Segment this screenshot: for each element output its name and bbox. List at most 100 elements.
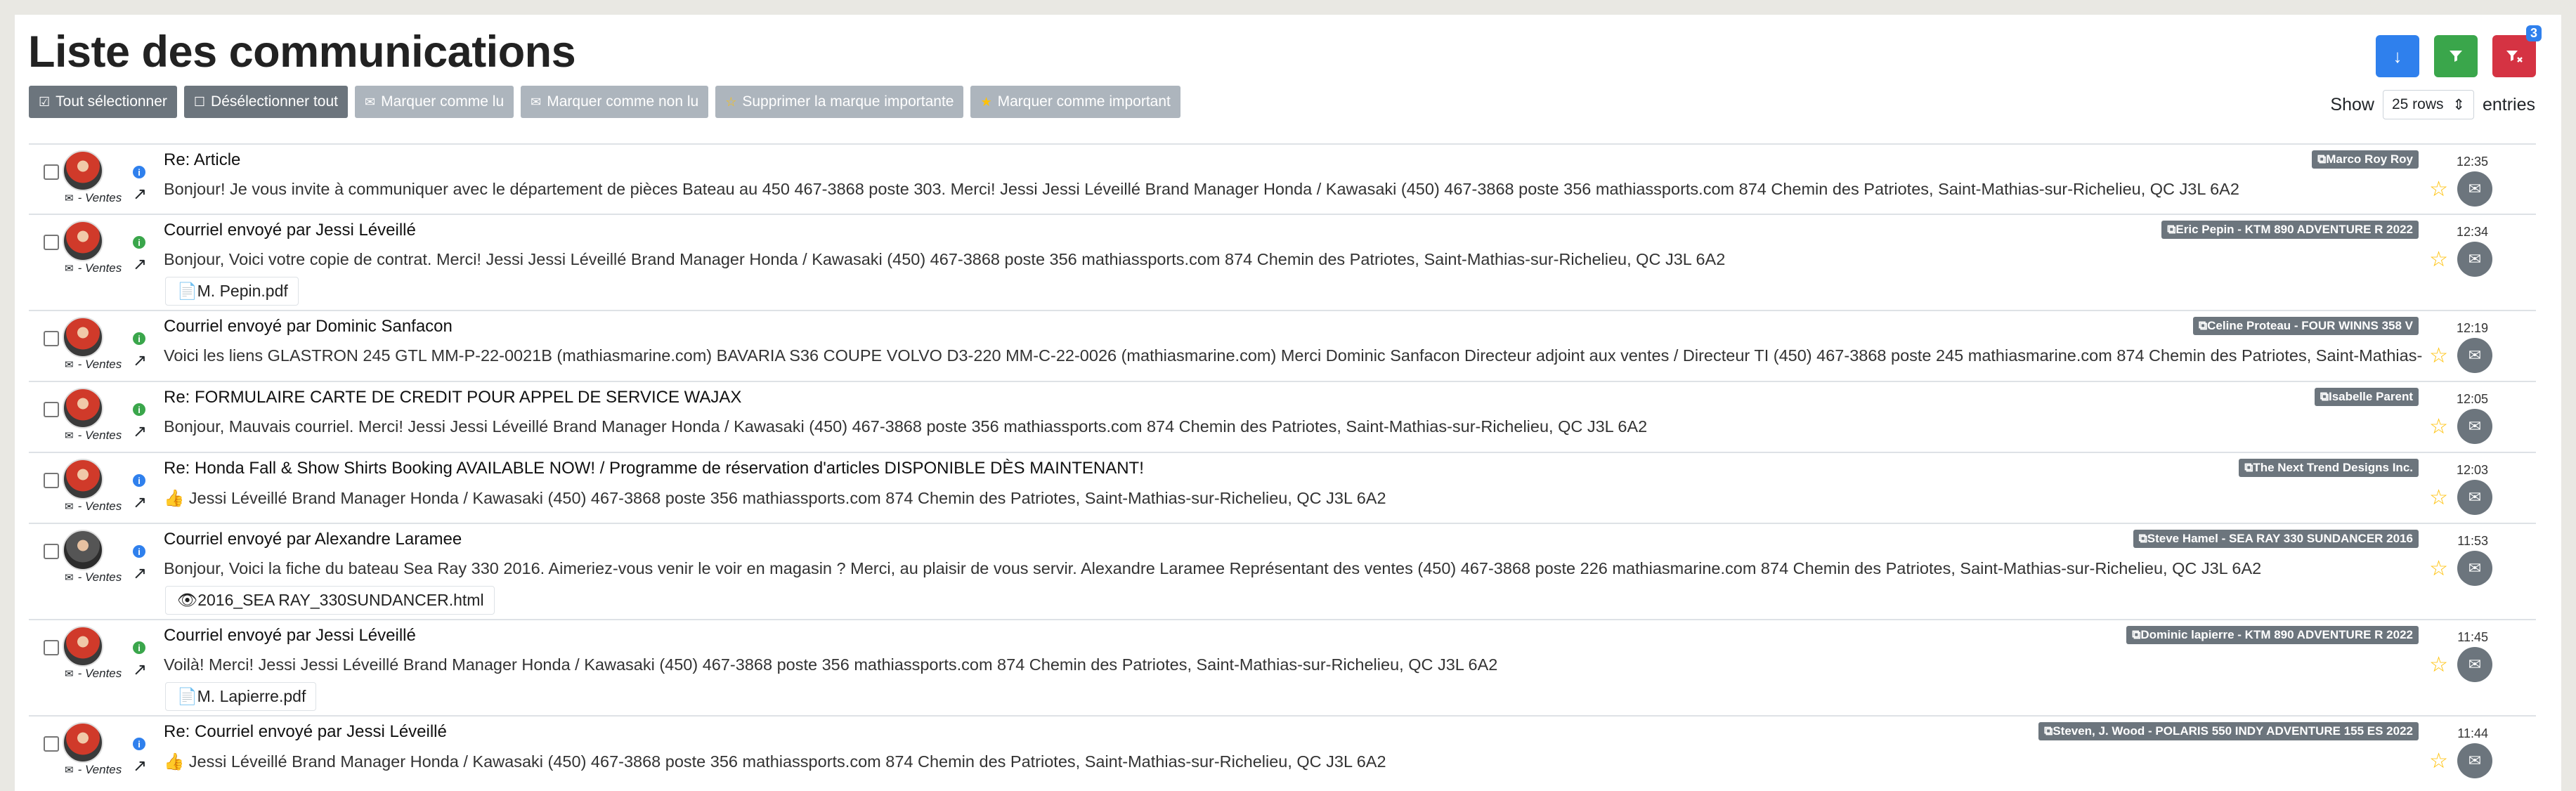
mark-read-button[interactable]: ✉ Marquer comme lu [355,86,514,118]
communication-row[interactable]: ✉ - Ventes i ↗ Re: Courriel envoyé par Je… [29,715,2536,786]
row-time: 11:45 [2457,630,2488,644]
arrow-up-right-icon: ↗ [133,564,148,583]
attachment-name: 2016_SEA RAY_330SUNDANCER.html [197,591,484,609]
star-outline-icon[interactable]: ☆ [2429,344,2448,368]
source-text: - Ventes [77,358,122,371]
row-checkbox[interactable] [44,402,59,417]
row-time: 11:44 [2457,726,2488,740]
row-checkbox[interactable] [44,235,59,250]
envelope-icon[interactable]: ✉ [2457,242,2492,277]
contact-tag[interactable]: ⧉Celine Proteau - FOUR WINNS 358 V [2193,317,2419,335]
clear-filter-button[interactable]: 3 [2492,25,2542,77]
mark-unread-button[interactable]: ✉ Marquer comme non lu [521,86,709,118]
envelope-icon: ✉ [65,192,74,204]
row-subject[interactable]: Re: Honda Fall & Show Shirts Booking AVA… [164,459,1144,478]
star-outline-icon[interactable]: ☆ [2429,556,2448,581]
communication-row[interactable]: ✉ - Ventes i ↗ Courriel envoyé par Jessi … [29,619,2536,715]
communication-row[interactable]: ✉ - Ventes i ↗ Re: Article Bonjour! Je vo… [29,143,2536,214]
info-status-icon: i [133,474,145,487]
row-checkbox[interactable] [44,331,59,346]
checkbox-checked-icon: ☑ [39,94,51,109]
communication-row[interactable]: ✉ - Ventes i ↗ Courriel envoyé par Jessi … [29,214,2536,310]
row-time: 12:19 [2456,321,2488,335]
contact-tag[interactable]: ⧉Marco Roy Roy [2312,150,2419,169]
source-text: - Ventes [77,191,122,204]
file-pdf-icon: 📄 [177,687,197,705]
row-subject[interactable]: Re: Article [164,150,240,170]
avatar [63,626,103,667]
row-subject[interactable]: Courriel envoyé par Jessi Léveillé [164,221,416,240]
contact-tag[interactable]: ⧉Steve Hamel - SEA RAY 330 SUNDANCER 201… [2133,530,2419,548]
envelope-icon[interactable]: ✉ [2457,171,2492,207]
row-checkbox[interactable] [44,736,59,752]
deselect-all-button[interactable]: ☐ Désélectionner tout [183,86,348,118]
envelope-icon[interactable]: ✉ [2457,743,2492,778]
source-text: - Ventes [77,429,122,442]
row-subject[interactable]: Courriel envoyé par Dominic Sanfacon [164,317,453,336]
star-outline-icon[interactable]: ☆ [2429,749,2448,773]
mark-read-label: Marquer comme lu [381,93,505,110]
communication-row[interactable]: ✉ - Ventes i ↗ Courriel envoyé par Domini… [29,310,2536,381]
external-link-icon: ⧉ [2167,223,2176,236]
envelope-icon[interactable]: ✉ [2457,647,2492,682]
row-checkbox[interactable] [44,640,59,655]
contact-tag-label: Dominic lapierre - KTM 890 ADVENTURE R 2… [2140,628,2413,641]
avatar [63,317,103,358]
arrow-down-icon: ↓ [2393,45,2402,67]
communication-list: ✉ - Ventes i ↗ Re: Article Bonjour! Je vo… [29,143,2536,786]
envelope-icon[interactable]: ✉ [2457,480,2492,515]
row-time: 12:35 [2456,155,2488,169]
row-preview: 👍 Jessi Léveillé Brand Manager Honda / K… [164,752,1386,771]
contact-tag[interactable]: ⧉Eric Pepin - KTM 890 ADVENTURE R 2022 [2161,221,2419,239]
star-outline-icon[interactable]: ☆ [2429,485,2448,510]
remove-important-button[interactable]: ☆ Supprimer la marque importante [715,86,964,118]
arrow-up-right-icon: ↗ [133,757,148,776]
row-checkbox[interactable] [44,544,59,559]
contact-tag[interactable]: ⧉Dominic lapierre - KTM 890 ADVENTURE R … [2126,626,2419,644]
row-subject[interactable]: Re: FORMULAIRE CARTE DE CREDIT POUR APPE… [164,388,741,407]
attachment-chip[interactable]: 📄M. Pepin.pdf [165,277,299,306]
filter-icon [2450,51,2462,62]
envelope-icon: ✉ [65,764,74,776]
star-outline-icon[interactable]: ☆ [2429,653,2448,677]
communication-row[interactable]: ✉ - Ventes i ↗ Re: Honda Fall & Show Shir… [29,452,2536,523]
communication-row[interactable]: ✉ - Ventes i ↗ Re: FORMULAIRE CARTE DE CR… [29,381,2536,452]
arrow-up-right-icon: ↗ [133,185,148,204]
row-checkbox[interactable] [44,473,59,488]
rows-per-page-select[interactable]: 25 rows ⇕ [2382,90,2474,119]
contact-tag[interactable]: ⧉Steven, J. Wood - POLARIS 550 INDY ADVE… [2038,722,2419,740]
attachment-chip[interactable]: 👁2016_SEA RAY_330SUNDANCER.html [165,586,495,615]
top-button-group: ↓ 3 [2376,25,2542,77]
star-outline-icon[interactable]: ☆ [2429,247,2448,272]
source-label: ✉ - Ventes [65,358,122,372]
entries-label: entries [2482,94,2535,115]
star-icon: ★ [980,94,992,109]
row-subject[interactable]: Re: Courriel envoyé par Jessi Léveillé [164,722,447,742]
source-label: ✉ - Ventes [65,667,122,681]
sort-button[interactable]: ↓ [2376,35,2419,77]
envelope-icon[interactable]: ✉ [2457,551,2492,586]
contact-tag-label: Isabelle Parent [2328,390,2413,403]
select-all-button[interactable]: ☑ Tout sélectionner [29,86,177,118]
star-outline-icon[interactable]: ☆ [2429,414,2448,439]
star-outline-icon[interactable]: ☆ [2429,177,2448,202]
contact-tag[interactable]: ⧉Isabelle Parent [2314,388,2419,406]
avatar [63,459,103,499]
contact-tag[interactable]: ⧉The Next Trend Designs Inc. [2239,459,2419,477]
row-subject[interactable]: Courriel envoyé par Jessi Léveillé [164,626,416,646]
source-label: ✉ - Ventes [65,570,122,584]
row-subject[interactable]: Courriel envoyé par Alexandre Laramee [164,530,462,549]
info-status-icon: i [133,403,145,416]
communication-row[interactable]: ✉ - Ventes i ↗ Courriel envoyé par Alexan… [29,523,2536,619]
avatar [63,530,103,570]
row-preview: Bonjour! Je vous invite à communiquer av… [164,180,2239,198]
attachment-chip[interactable]: 📄M. Lapierre.pdf [165,682,317,711]
envelope-icon[interactable]: ✉ [2457,338,2492,373]
mark-important-button[interactable]: ★ Marquer comme important [970,86,1180,118]
envelope-icon[interactable]: ✉ [2457,409,2492,444]
source-label: ✉ - Ventes [65,191,122,205]
filter-button[interactable] [2434,35,2478,77]
bulk-action-bar: ☑ Tout sélectionner ☐ Désélectionner tou… [29,86,1180,118]
star-outline-icon: ☆ [725,94,737,109]
row-checkbox[interactable] [44,164,59,180]
